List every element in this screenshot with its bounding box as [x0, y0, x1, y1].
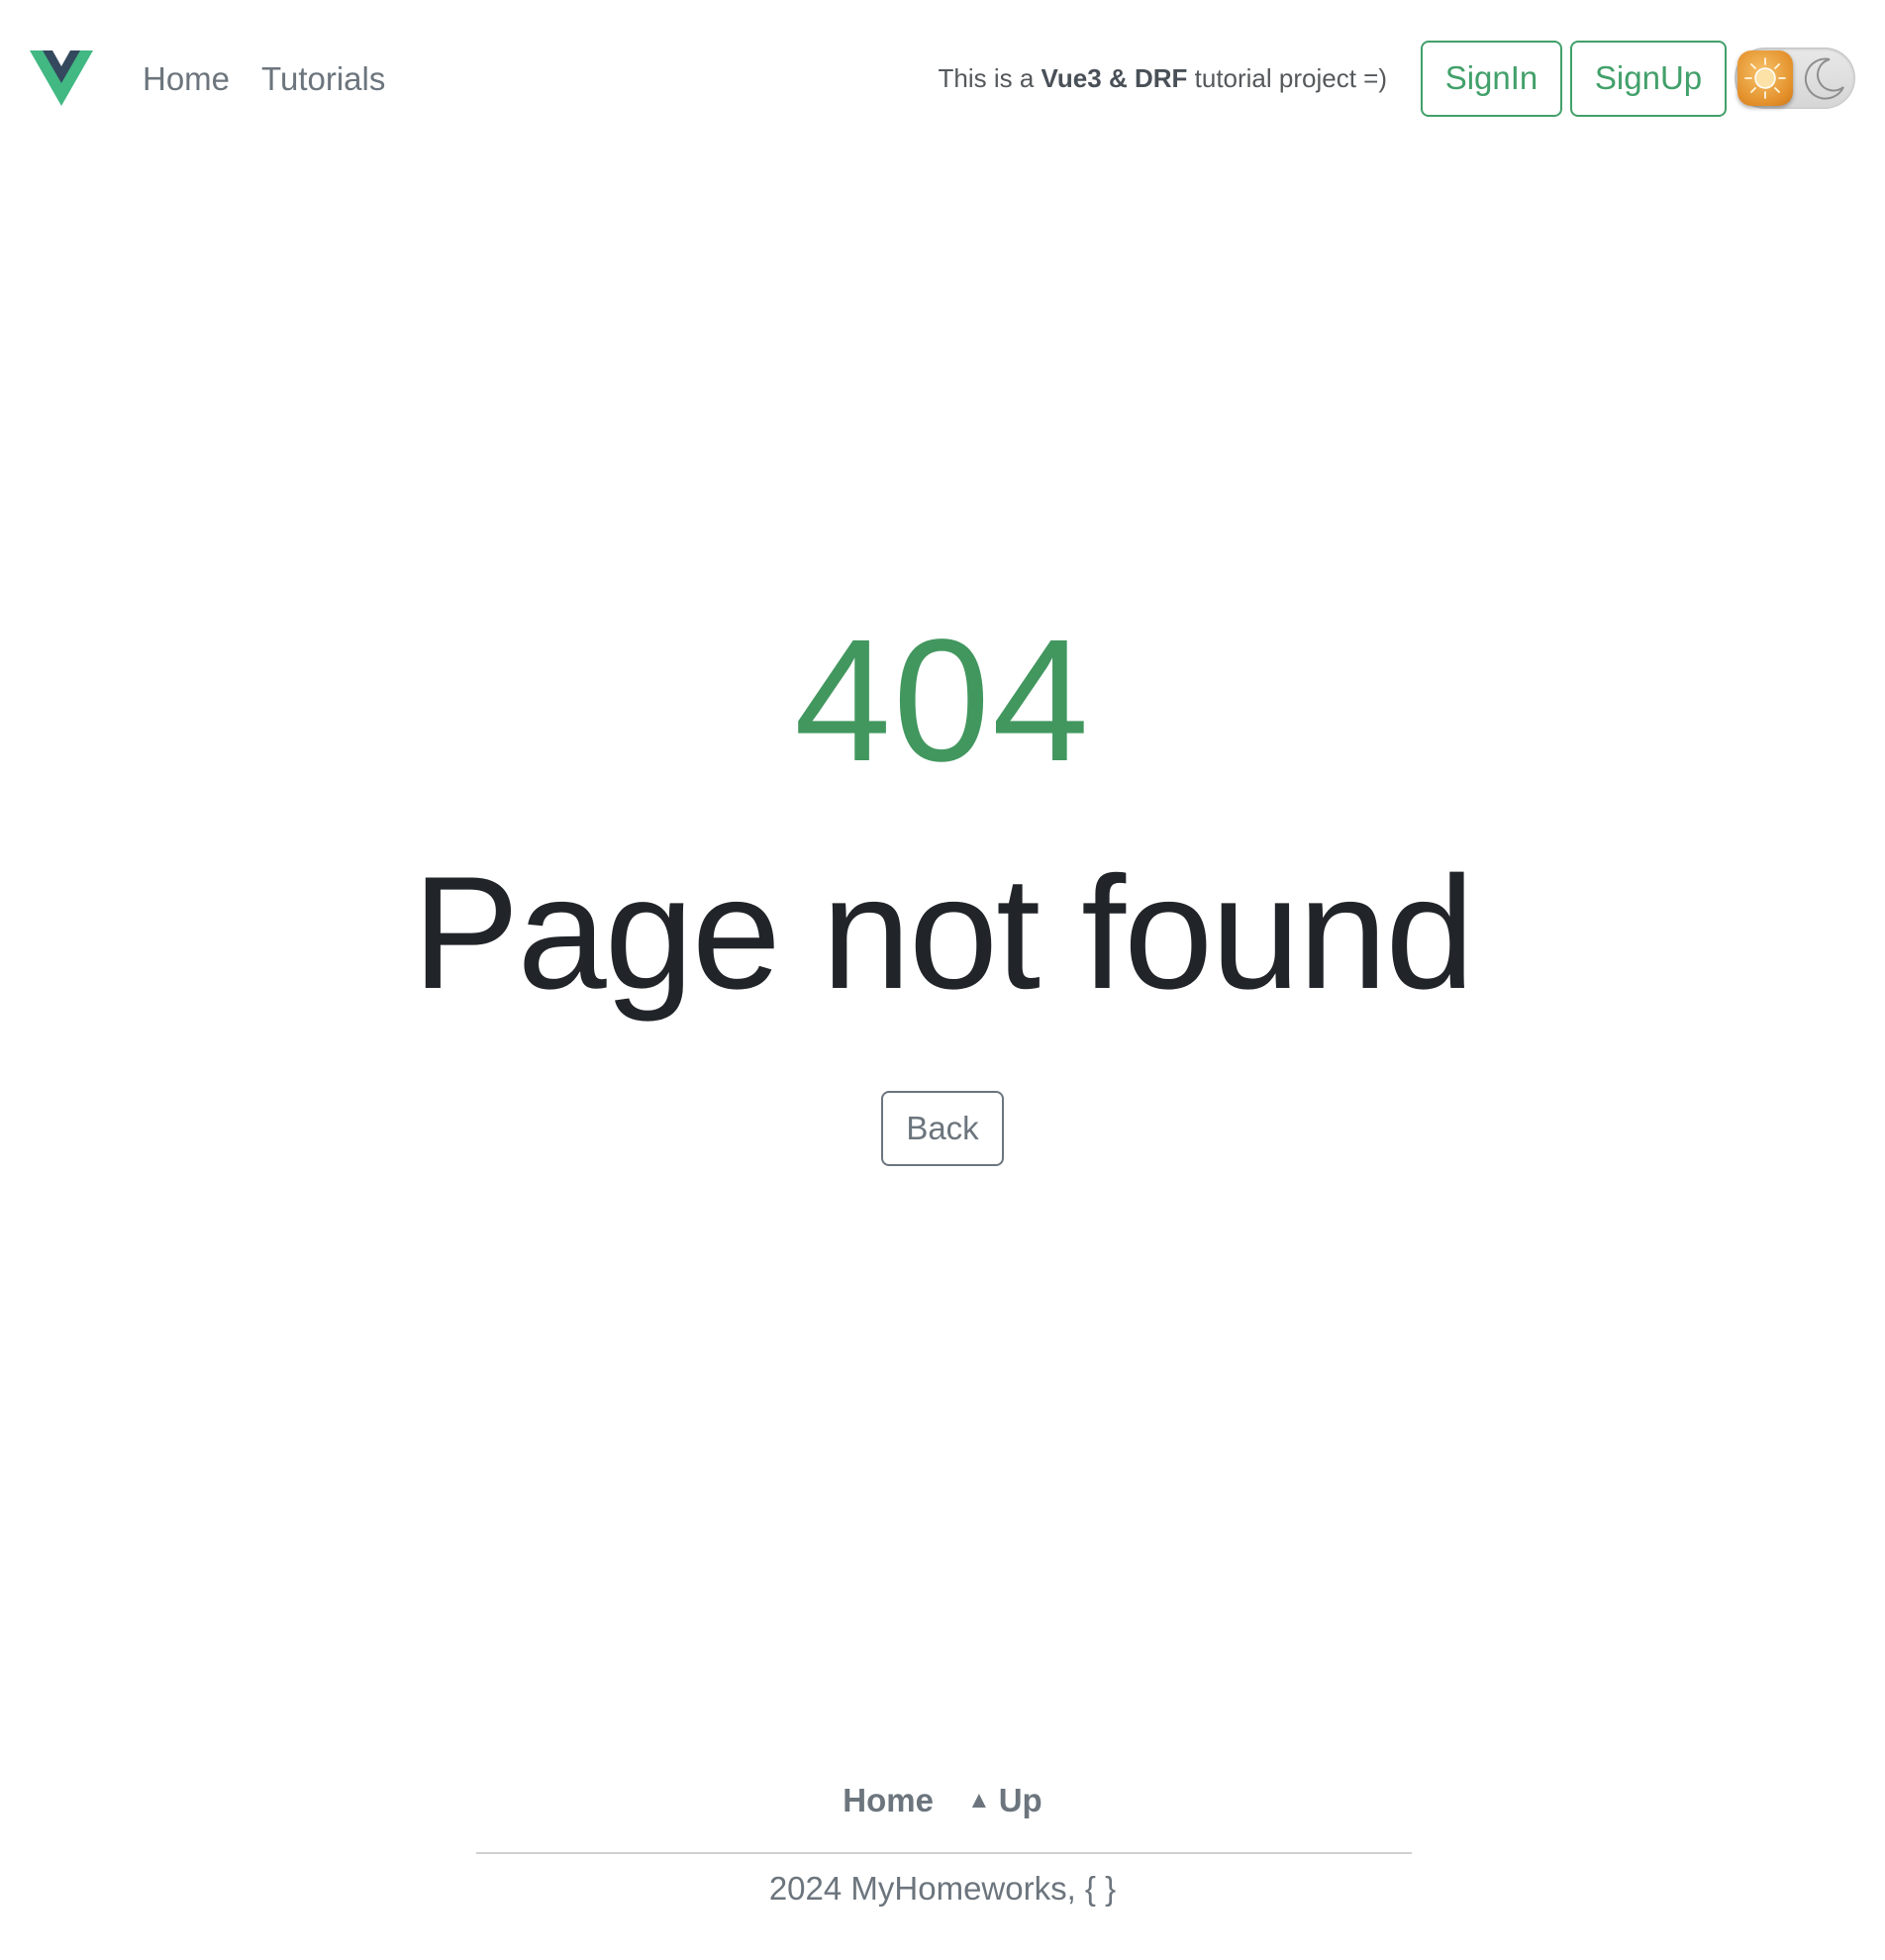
signin-button[interactable]: SignIn: [1421, 40, 1562, 117]
tagline-ampersand: &: [1101, 62, 1135, 93]
theme-toggle[interactable]: [1735, 48, 1855, 109]
tagline-prefix: This is a: [938, 62, 1042, 93]
back-button[interactable]: Back: [881, 1091, 1004, 1166]
page-title: Page not found: [412, 843, 1475, 1023]
error-code: 404: [794, 604, 1091, 798]
footer-divider: [476, 1852, 1412, 1854]
footer-home-link[interactable]: Home: [843, 1782, 934, 1819]
tagline-suffix: tutorial project =): [1187, 62, 1387, 93]
nav-tutorials-link[interactable]: Tutorials: [261, 62, 385, 95]
top-navbar: Home Tutorials This is a Vue3 & DRF tuto…: [0, 0, 1885, 156]
footer-nav: Home ▲ Up: [0, 1782, 1885, 1819]
tagline-drf: DRF: [1134, 62, 1188, 93]
tagline-vue3: Vue3: [1041, 62, 1102, 93]
project-tagline: This is a Vue3 & DRF tutorial project =): [939, 63, 1387, 94]
signup-button[interactable]: SignUp: [1570, 40, 1727, 117]
footer-up-link[interactable]: ▲ Up: [967, 1782, 1042, 1819]
moon-icon: [1804, 57, 1844, 100]
up-arrow-icon: ▲: [966, 1787, 991, 1813]
footer-up-label: Up: [998, 1782, 1042, 1818]
footer-home-label: Home: [843, 1782, 934, 1818]
nav-home-link[interactable]: Home: [143, 62, 230, 95]
page: Home Tutorials This is a Vue3 & DRF tuto…: [0, 0, 1885, 1960]
toggle-knob: [1737, 50, 1793, 106]
sun-icon: [1744, 57, 1786, 99]
copyright-text: 2024 MyHomeworks, { }: [768, 1870, 1117, 1907]
not-found-section: 404 Page not found Back: [0, 614, 1885, 1166]
vue-logo-icon[interactable]: [30, 50, 93, 106]
